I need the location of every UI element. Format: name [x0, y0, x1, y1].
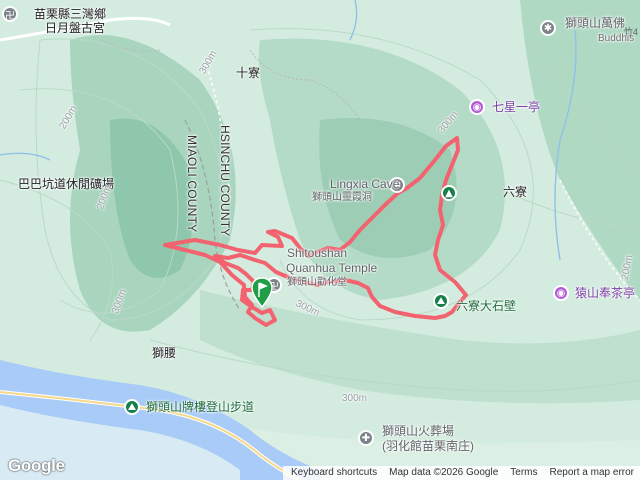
- liuliao-rock-label: 六寮大石壁: [456, 299, 517, 313]
- terms-link[interactable]: Terms: [510, 466, 537, 480]
- shitoushan-label-en-1: Shitoushan: [287, 246, 348, 260]
- county-label-miaoli: MIAOLI COUNTY: [185, 135, 199, 233]
- keyboard-shortcuts-link[interactable]: Keyboard shortcuts: [291, 466, 377, 480]
- shiyao-label: 獅腰: [152, 346, 177, 360]
- babakeng-label: 巴巴坑道休閒礦場: [18, 177, 115, 191]
- shitoushan-label-en-2: Quanhua Temple: [286, 261, 378, 275]
- temple-icon[interactable]: 卍: [2, 6, 18, 22]
- start-flag-pin-icon[interactable]: [250, 277, 274, 309]
- temple-label: 日月盤古宮: [45, 21, 106, 35]
- camera-icon[interactable]: ◉: [469, 99, 485, 115]
- terrain-layer: [0, 0, 640, 480]
- hiking-icon[interactable]: ⛰: [433, 293, 449, 309]
- camera-icon[interactable]: ◉: [553, 285, 569, 301]
- shiliao-label: 十寮: [236, 66, 261, 80]
- yuanshan-label: 猿山奉茶亭: [575, 286, 636, 300]
- gear-icon[interactable]: ✱: [540, 20, 556, 36]
- road-label: 竹4: [623, 27, 638, 37]
- lingxia-label-zh: 獅頭山靈霞洞: [312, 192, 372, 203]
- crematorium-label-2: (羽化館苗栗南庄): [382, 439, 474, 453]
- qixing-label: 七星一亭: [492, 100, 541, 114]
- liuliao-label: 六寮: [503, 185, 528, 199]
- peak-icon[interactable]: ▲: [441, 185, 457, 201]
- google-logo[interactable]: Google: [8, 456, 65, 476]
- buddhist-label-zh: 獅頭山萬佛: [565, 16, 626, 30]
- hiking-icon[interactable]: ⛰: [124, 399, 140, 415]
- trail-label: 獅頭山牌樓登山步道: [146, 400, 255, 414]
- county-label-hsinchu: HSINCHU COUNTY: [218, 125, 232, 237]
- report-error-link[interactable]: Report a map error: [550, 466, 634, 480]
- township-label: 苗栗縣三灣鄉: [34, 7, 107, 21]
- attribution-bar: Keyboard shortcuts Map data ©2026 Google…: [282, 466, 640, 480]
- map-canvas[interactable]: 卍 ✱ ◉ ✱ ▲ ◉ 卍 ⛰ ⛰ ✚ 苗栗縣三灣鄉 日月盤古宮 獅頭山萬佛 B…: [0, 0, 640, 480]
- contour-label: 300m: [342, 393, 368, 404]
- shitoushan-label-zh: 獅頭山勸化堂: [287, 277, 347, 288]
- map-data-label: Map data ©2026 Google: [389, 467, 499, 478]
- crematorium-label-1: 獅頭山火葬場: [382, 424, 455, 438]
- lingxia-label-en: Lingxia Cave: [330, 177, 400, 191]
- crematorium-icon[interactable]: ✚: [358, 430, 374, 446]
